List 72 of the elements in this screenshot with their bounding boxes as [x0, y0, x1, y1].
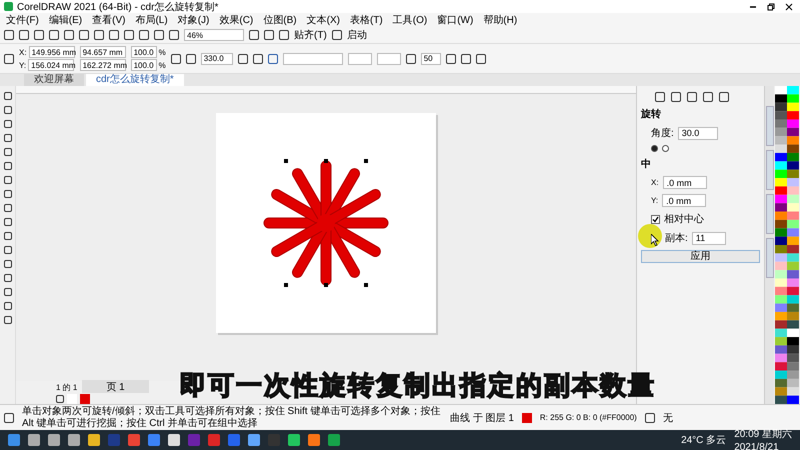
object-info: 曲线 于 图层 1: [450, 412, 514, 424]
window-title: CorelDRAW 2021 (64-Bit) - cdr怎么旋转复制*: [17, 0, 220, 14]
x-label: X:: [19, 48, 27, 56]
anchor-radio[interactable]: [662, 145, 669, 152]
menu-item[interactable]: 文本(X): [306, 13, 340, 27]
document-tab[interactable]: cdr怎么旋转复制*: [86, 74, 184, 86]
menu-item[interactable]: 位图(B): [263, 13, 297, 27]
selection-handle[interactable]: [284, 282, 288, 286]
center-section-title: 中: [641, 158, 652, 171]
rotation-angle-field[interactable]: 330.0: [200, 52, 233, 64]
y-label: Y:: [19, 60, 26, 70]
page-tab[interactable]: 页 1: [82, 380, 149, 394]
restore-icon[interactable]: [767, 2, 775, 10]
snap-to-menu[interactable]: 贴齐(T): [294, 28, 327, 42]
fill-color-swatch: [522, 412, 532, 422]
selection-handle[interactable]: [364, 158, 368, 162]
rotate-section-title: 旋转: [641, 108, 662, 121]
angle-field[interactable]: 30.0: [678, 126, 718, 140]
mouse-cursor-icon: [651, 234, 659, 246]
x-position-field[interactable]: 149.956 mm: [28, 46, 75, 58]
width-field[interactable]: 94.657 mm: [80, 46, 126, 58]
zoom-field[interactable]: 46%: [184, 29, 244, 41]
video-subtitle: 即可一次性旋转复制出指定的副本数量: [180, 369, 656, 402]
copies-field[interactable]: 11: [692, 232, 726, 244]
menu-item[interactable]: 帮助(H): [483, 13, 518, 27]
selection-handle[interactable]: [324, 282, 328, 286]
y-position-field[interactable]: 156.024 mm: [28, 59, 74, 71]
angle-label: 角度:: [651, 126, 674, 140]
status-hint: 单击对象两次可旋转/倾斜；双击工具可选择所有对象；按住 Shift 键单击可选择多个对象；按住 Alt 键单击可进行挖掘；按住 Ctrl 并单击可在组中选择: [22, 406, 442, 430]
no-color-swatch[interactable]: [67, 394, 77, 404]
height-field[interactable]: 162.272 mm: [80, 59, 126, 71]
outline-color-icon[interactable]: [268, 54, 278, 64]
click-highlight: [638, 224, 662, 248]
menu-item[interactable]: 编辑(E): [48, 13, 82, 27]
selection-handle[interactable]: [324, 158, 328, 162]
percent-label: %: [158, 48, 166, 56]
outline-width-field[interactable]: 50: [420, 52, 441, 64]
relative-center-label: 相对中心: [664, 212, 704, 226]
menu-item[interactable]: 查看(V): [92, 13, 126, 27]
launch-menu[interactable]: 启动: [346, 28, 367, 42]
color-palette-drawing[interactable]: [774, 86, 800, 404]
selection-handle[interactable]: [284, 158, 288, 162]
menu-item[interactable]: 对象(J): [178, 13, 210, 27]
arrow-start-dropdown[interactable]: [348, 52, 372, 64]
menu-item[interactable]: 效果(C): [219, 13, 254, 27]
document-tab[interactable]: 欢迎屏幕: [24, 74, 84, 86]
clock-time: 20:09 星期六: [734, 428, 792, 441]
copies-label: 副本:: [665, 232, 688, 245]
y-label: Y:: [651, 196, 658, 205]
menu-item[interactable]: 布局(L): [135, 13, 168, 27]
anchor-radio[interactable]: [651, 145, 658, 152]
x-label: X:: [651, 178, 659, 187]
menu-item[interactable]: 表格(T): [350, 13, 383, 27]
close-icon[interactable]: [785, 2, 793, 10]
menu-item[interactable]: 窗口(W): [437, 13, 474, 27]
app-logo-icon: [4, 2, 13, 11]
document-color-swatch[interactable]: [80, 394, 90, 404]
relative-center-checkbox[interactable]: [651, 214, 660, 224]
page-position: 1 的 1: [56, 382, 78, 392]
menu-item[interactable]: 文件(F): [6, 13, 39, 27]
center-x-field[interactable]: .0 mm: [662, 176, 707, 189]
fill-color-value: R: 255 G: 0 B: 0 (#FF0000): [540, 413, 637, 422]
scale-x-field[interactable]: 100.0: [130, 46, 157, 58]
outline-value: 无: [662, 412, 673, 424]
menu-item[interactable]: 工具(O): [392, 13, 428, 27]
selection-handle[interactable]: [364, 282, 368, 286]
clock-date: 2021/8/21: [734, 442, 780, 450]
weather-text: 24°C 多云: [681, 434, 726, 447]
scale-y-field[interactable]: 100.0: [130, 59, 157, 71]
apply-button[interactable]: 应用: [641, 250, 760, 263]
center-y-field[interactable]: .0 mm: [662, 194, 706, 207]
percent-label: %: [158, 60, 166, 70]
